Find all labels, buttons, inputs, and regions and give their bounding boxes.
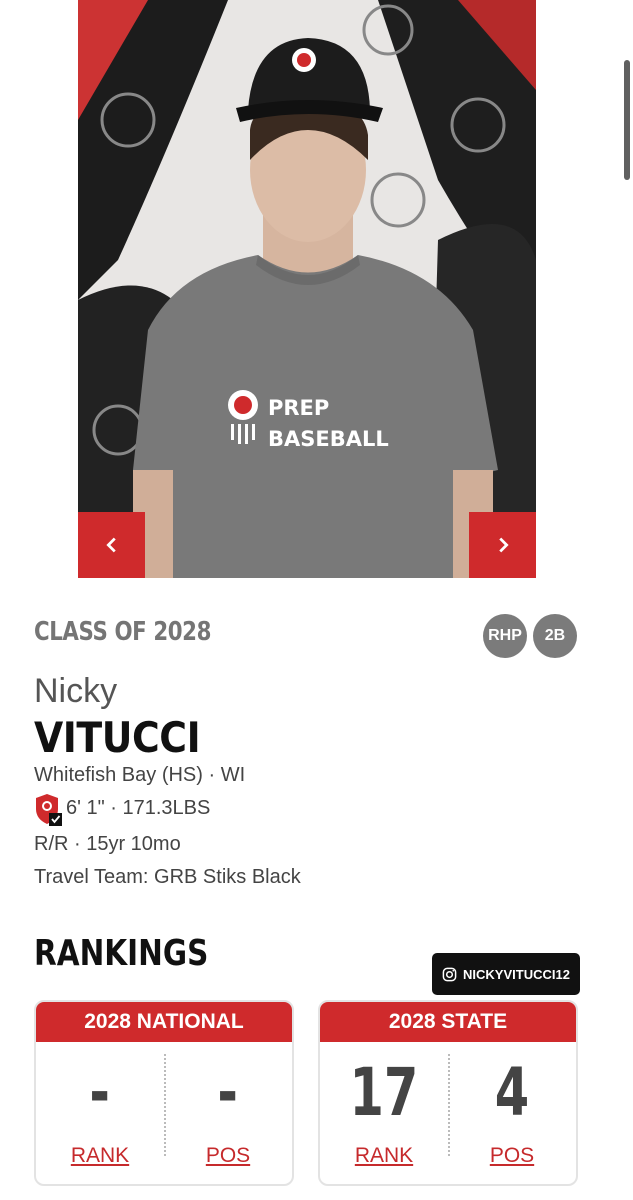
page-scrollbar[interactable]: [624, 60, 630, 180]
position-badge-secondary: 2B: [533, 614, 577, 658]
svg-text:BASEBALL: BASEBALL: [268, 427, 389, 451]
national-position-link[interactable]: POS: [206, 1144, 250, 1168]
national-ranking-title: 2028 NATIONAL: [36, 1002, 292, 1042]
player-photo-image: PREP BASEBALL: [78, 0, 536, 578]
instagram-handle: NICKYVITUCCI12: [463, 966, 570, 982]
position-badges: RHP 2B: [483, 614, 577, 658]
graduation-class: CLASS OF 2028: [34, 617, 212, 647]
previous-photo-button[interactable]: [78, 512, 145, 578]
next-photo-button[interactable]: [469, 512, 536, 578]
national-ranking-card: 2028 NATIONAL - RANK - POS: [34, 1000, 294, 1186]
state-ranking-title: 2028 STATE: [320, 1002, 576, 1042]
national-rank-value: -: [89, 1054, 111, 1131]
chevron-right-icon: [498, 537, 509, 553]
player-bats-throws-age: R/R · 15yr 10mo: [34, 833, 181, 855]
svg-text:PREP: PREP: [268, 396, 329, 420]
chevron-left-icon: [105, 537, 116, 553]
rankings-title: RANKINGS: [34, 933, 209, 974]
state-rank-value: 17: [349, 1054, 419, 1131]
position-badge-primary: RHP: [483, 614, 527, 658]
player-photo: PREP BASEBALL: [78, 0, 536, 578]
verified-shield-icon: [36, 794, 62, 826]
national-position-rank-value: -: [217, 1054, 239, 1131]
state-ranking-card: 2028 STATE 17 RANK 4 POS: [318, 1000, 578, 1186]
state-position-link[interactable]: POS: [490, 1144, 534, 1168]
state-position-rank-value: 4: [494, 1054, 530, 1131]
player-school: Whitefish Bay (HS) · WI: [34, 764, 246, 786]
national-rank-link[interactable]: RANK: [71, 1144, 129, 1168]
player-first-name: Nicky: [34, 672, 118, 710]
instagram-icon: [442, 967, 457, 981]
player-last-name: VITUCCI: [34, 713, 201, 762]
player-travel-team: Travel Team: GRB Stiks Black: [34, 866, 301, 888]
player-height-weight: 6' 1" · 171.3LBS: [66, 797, 211, 819]
state-rank-link[interactable]: RANK: [355, 1144, 413, 1168]
instagram-handle-button[interactable]: NICKYVITUCCI12: [432, 953, 580, 995]
